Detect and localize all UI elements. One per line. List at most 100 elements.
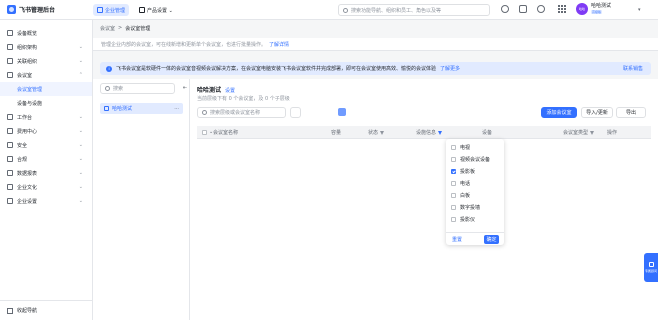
column-room-name: 会议室名称 bbox=[213, 130, 239, 136]
chevron-down-icon: ⌄ bbox=[78, 128, 83, 134]
top-icons bbox=[501, 5, 545, 13]
filter-icon[interactable] bbox=[380, 130, 385, 135]
chevron-down-icon: ⌄ bbox=[78, 58, 83, 64]
filter-option-whiteboard[interactable]: 白板 bbox=[446, 189, 504, 201]
contact-sales-link[interactable]: 联系销售 bbox=[623, 65, 643, 72]
learn-more-link[interactable]: 了解更多 bbox=[440, 65, 460, 72]
global-search-input[interactable]: 搜索功能导航、组织和员工、角色以及等 bbox=[338, 4, 490, 16]
checkbox-checked[interactable] bbox=[451, 168, 456, 174]
description-text: 管理企业内部的会议室，可在线新增和更新单个会议室，也进行批量操作。 bbox=[101, 41, 267, 48]
filter-option-projector[interactable]: 投影仪 bbox=[446, 213, 504, 225]
plan-badge: 高级版 bbox=[591, 10, 603, 14]
checkbox[interactable] bbox=[451, 204, 456, 210]
sidebar-item-culture[interactable]: 企业文化 ⌄ bbox=[0, 180, 92, 194]
user-name: 哈哈测试 bbox=[591, 3, 612, 9]
collapse-nav-button[interactable]: 收起导航 bbox=[0, 300, 92, 320]
breadcrumb-parent[interactable]: 会议室 bbox=[100, 25, 115, 32]
filter-option-video-conference[interactable]: 视频会议设备 bbox=[446, 153, 504, 165]
org-icon bbox=[7, 44, 13, 50]
gear-icon bbox=[7, 198, 13, 204]
sidebar-item-billing[interactable]: 费用中心 ⌄ bbox=[0, 124, 92, 138]
sidebar-item-settings[interactable]: 企业设置 ⌄ bbox=[0, 194, 92, 208]
user-menu[interactable]: 哈哈 哈哈测试 高级版 bbox=[576, 3, 611, 15]
app-title: 飞书管理后台 bbox=[19, 7, 56, 14]
sidebar-item-label: 工作台 bbox=[17, 114, 33, 121]
sidebar-item-workplace[interactable]: 工作台 ⌄ bbox=[0, 110, 92, 124]
filter-option-digital-wall[interactable]: 数字投墙 bbox=[446, 201, 504, 213]
sidebar-item-label: 会议室 bbox=[17, 72, 33, 79]
chevron-down-icon: ⌄ bbox=[78, 114, 83, 120]
checkbox[interactable] bbox=[451, 144, 456, 150]
meeting-room-icon bbox=[7, 72, 13, 78]
popover-footer: 重置 确定 bbox=[446, 232, 504, 245]
sidebar-item-meeting-room[interactable]: 会议室 ⌃ bbox=[0, 68, 92, 82]
collapse-nav-label: 收起导航 bbox=[17, 308, 38, 314]
option-label: 数字投墙 bbox=[460, 204, 481, 211]
sidebar-item-label: 企业文化 bbox=[17, 184, 38, 191]
filter-option-phone[interactable]: 电话 bbox=[446, 177, 504, 189]
learn-details-link[interactable]: 了解详情 bbox=[269, 41, 289, 48]
tab-product-settings[interactable]: 产品设置 ⌄ bbox=[135, 4, 177, 16]
select-all-checkbox[interactable]: ⌄ bbox=[202, 129, 213, 135]
apps-grid-icon[interactable] bbox=[558, 5, 566, 13]
sidebar-item-label: 组织架构 bbox=[17, 44, 38, 51]
dedicated-advisor-button[interactable]: 专属顾问 bbox=[644, 253, 658, 282]
refresh-icon[interactable] bbox=[501, 5, 509, 13]
breadcrumb-current: 会议室管理 bbox=[125, 26, 151, 32]
level-settings-link[interactable]: 设置 bbox=[225, 87, 235, 94]
checkbox[interactable] bbox=[451, 216, 456, 222]
export-button[interactable]: 导出 bbox=[616, 107, 646, 118]
option-label: 电视 bbox=[460, 144, 471, 151]
chevron-down-icon[interactable]: ▾ bbox=[638, 7, 641, 13]
reset-button[interactable]: 重置 bbox=[452, 236, 462, 243]
tree-item[interactable]: 哈哈测试 ··· bbox=[100, 103, 183, 114]
search-placeholder: 搜索 bbox=[113, 86, 124, 92]
option-label: 视频会议设备 bbox=[460, 156, 491, 163]
checkbox[interactable] bbox=[451, 156, 456, 162]
sidebar-item-security[interactable]: 安全 ⌄ bbox=[0, 138, 92, 152]
filter-option-tv[interactable]: 电视 bbox=[446, 141, 504, 153]
checkbox[interactable] bbox=[451, 192, 456, 198]
filter-option-projection-board[interactable]: 投影板 bbox=[446, 165, 504, 177]
column-label: 状态 bbox=[368, 130, 379, 136]
room-search-input[interactable]: 搜索层级或会议室名称 bbox=[197, 107, 286, 118]
add-room-button[interactable]: 添加会议室 bbox=[541, 107, 577, 118]
sidebar-item-org[interactable]: 组织架构 ⌄ bbox=[0, 40, 92, 54]
chart-icon bbox=[7, 170, 13, 176]
sidebar: 设备概览 组织架构 ⌄ 关联组织 ⌄ 会议室 ⌃ 会议室管理 设备与设施 工作台 ⌄ 费… bbox=[0, 20, 93, 320]
search-placeholder: 搜索功能导航、组织和员工、角色以及等 bbox=[351, 7, 442, 14]
sidebar-item-devices[interactable]: 设备与设施 bbox=[0, 96, 92, 110]
sidebar-item-linked-org[interactable]: 关联组织 ⌄ bbox=[0, 54, 92, 68]
main-panel: 搜索 ⇤ 哈哈测试 ··· 哈哈测试 设置 当前层级下有 0 个会议室，及 0 个… bbox=[93, 79, 658, 320]
sidebar-item-label: 合规 bbox=[17, 156, 28, 163]
page-description: 管理企业内部的会议室，可在线新增和更新单个会议室，也进行批量操作。 了解详情 bbox=[93, 38, 658, 51]
option-label: 投影板 bbox=[460, 168, 476, 175]
culture-icon bbox=[7, 184, 13, 190]
tab-enterprise-management[interactable]: 企业管理 bbox=[93, 4, 130, 16]
import-update-button[interactable]: 导入/更新 bbox=[581, 107, 613, 118]
confirm-button[interactable]: 确定 bbox=[484, 235, 499, 244]
clipboard-icon[interactable] bbox=[519, 5, 527, 13]
help-icon[interactable] bbox=[537, 5, 545, 13]
filter-icon[interactable] bbox=[590, 130, 595, 135]
chevron-down-icon: ⌄ bbox=[78, 156, 83, 162]
collapse-panel-icon[interactable]: ⇤ bbox=[183, 85, 187, 91]
sidebar-item-reports[interactable]: 数据报表 ⌄ bbox=[0, 166, 92, 180]
info-icon: i bbox=[106, 65, 112, 72]
checkbox[interactable] bbox=[451, 180, 456, 186]
chevron-down-icon: ⌄ bbox=[78, 184, 83, 190]
column-devices: 设备 bbox=[482, 130, 493, 136]
sidebar-item-meeting-room-management[interactable]: 会议室管理 bbox=[0, 82, 92, 96]
column-capacity: 容量 bbox=[331, 130, 342, 136]
filter-icon[interactable] bbox=[290, 107, 301, 118]
tree-item-label: 哈哈测试 bbox=[112, 106, 133, 112]
sidebar-item-compliance[interactable]: 合规 ⌄ bbox=[0, 152, 92, 166]
filter-active-icon[interactable] bbox=[438, 130, 443, 135]
tree-search-input[interactable]: 搜索 bbox=[100, 83, 175, 94]
app-logo[interactable]: 飞书管理后台 bbox=[7, 5, 55, 14]
advisor-label: 专属顾问 bbox=[644, 269, 657, 273]
more-icon[interactable]: ··· bbox=[174, 106, 179, 112]
facilities-filter-popover: 电视 视频会议设备 投影板 电话 白板 数字投墙 投影仪 重置 确定 bbox=[446, 139, 504, 245]
sidebar-item-overview[interactable]: 设备概览 bbox=[0, 26, 92, 40]
building-icon bbox=[97, 7, 103, 13]
